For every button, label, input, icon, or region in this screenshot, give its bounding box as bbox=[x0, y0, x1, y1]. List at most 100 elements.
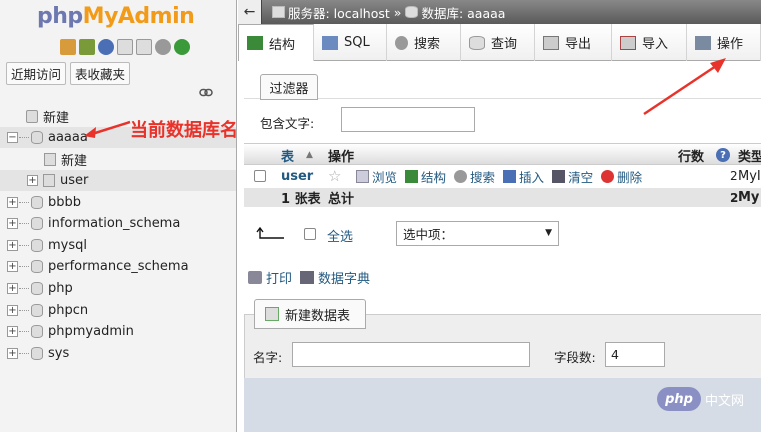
export-icon bbox=[543, 35, 559, 50]
tree-item-phpcn[interactable]: + phpcn bbox=[7, 300, 88, 321]
tab-export[interactable]: 导出 bbox=[535, 24, 612, 61]
database-icon bbox=[31, 282, 43, 295]
database-icon bbox=[31, 217, 43, 230]
header-action: 操作 bbox=[328, 149, 355, 165]
total-label: 总计 bbox=[328, 192, 355, 207]
sort-arrow-icon[interactable]: ▲ bbox=[306, 144, 313, 166]
column-count-input[interactable]: 4 bbox=[605, 342, 665, 367]
drop-action[interactable]: 删除 bbox=[601, 167, 642, 186]
nav-links: 近期访问 表收藏夹 bbox=[6, 62, 131, 85]
insert-action[interactable]: 插入 bbox=[503, 167, 544, 186]
tree-item-phpmyadmin[interactable]: + phpmyadmin bbox=[7, 321, 134, 342]
row-actions: 浏览 结构 搜索 插入 清空 删除 bbox=[356, 165, 650, 187]
data-dictionary-link[interactable]: 数据字典 bbox=[300, 268, 370, 287]
printer-icon bbox=[248, 271, 262, 284]
tree-item-performance-schema[interactable]: + performance_schema bbox=[7, 256, 189, 277]
expand-icon[interactable]: + bbox=[7, 218, 18, 229]
breadcrumb-bar: ← 服务器: localhost » 数据库: aaaaa bbox=[238, 0, 761, 24]
table-footer-row: 1 张表 总计 2 My bbox=[244, 188, 761, 207]
tree-item-user[interactable]: + user bbox=[0, 170, 236, 191]
total-type: My bbox=[738, 190, 760, 205]
phpmyadmin-logo[interactable]: phpMyAdmin bbox=[37, 4, 195, 29]
expand-icon[interactable]: + bbox=[27, 175, 38, 186]
select-all-label[interactable]: 全选 bbox=[327, 226, 353, 245]
reload-icon[interactable] bbox=[174, 39, 190, 55]
dropdown-caret-icon: ▼ bbox=[545, 228, 552, 238]
sql-icon bbox=[322, 35, 338, 50]
favorite-star-icon[interactable]: ☆ bbox=[328, 165, 341, 187]
link-icon[interactable] bbox=[199, 88, 213, 97]
expand-icon[interactable]: + bbox=[7, 261, 18, 272]
create-table-legend: 新建数据表 bbox=[254, 299, 366, 329]
tab-query[interactable]: 查询 bbox=[461, 24, 535, 61]
table-count: 1 张表 bbox=[281, 192, 321, 207]
filter-legend: 过滤器 bbox=[260, 74, 318, 100]
database-icon bbox=[405, 6, 419, 18]
row-checkbox[interactable] bbox=[254, 165, 266, 187]
recent-tables-button[interactable]: 近期访问 bbox=[6, 62, 67, 85]
table-name-link[interactable]: user bbox=[281, 165, 313, 187]
expand-icon[interactable]: + bbox=[7, 326, 18, 337]
breadcrumb-separator: » bbox=[393, 4, 402, 20]
tab-sql[interactable]: SQL bbox=[314, 24, 387, 61]
header-table[interactable]: 表 bbox=[281, 144, 294, 166]
table-header-row: 表 ▲ 操作 行数 ? 类型 bbox=[244, 143, 761, 165]
expand-icon[interactable]: + bbox=[7, 305, 18, 316]
expand-icon[interactable]: + bbox=[7, 283, 18, 294]
expand-icon[interactable]: + bbox=[7, 240, 18, 251]
logout-icon[interactable] bbox=[79, 39, 95, 55]
wrench-icon bbox=[695, 35, 711, 50]
collapse-nav-button[interactable]: ← bbox=[238, 0, 262, 24]
tab-structure[interactable]: 结构 bbox=[238, 24, 314, 61]
tree-item-sys[interactable]: + sys bbox=[7, 343, 69, 364]
tree-item-new-table[interactable]: 新建 bbox=[44, 149, 87, 170]
header-type: 类型 bbox=[738, 149, 761, 165]
with-selected-dropdown[interactable]: 选中项： ▼ bbox=[396, 221, 559, 246]
breadcrumb-database[interactable]: 数据库: aaaaa bbox=[405, 3, 505, 22]
tree-item-php[interactable]: + php bbox=[7, 278, 73, 299]
structure-action[interactable]: 结构 bbox=[405, 167, 446, 186]
tree-item-mysql[interactable]: + mysql bbox=[7, 235, 87, 256]
tab-search[interactable]: 搜索 bbox=[387, 24, 461, 61]
database-icon bbox=[31, 239, 43, 252]
favorite-tables-button[interactable]: 表收藏夹 bbox=[70, 62, 131, 85]
tree-item-information-schema[interactable]: + information_schema bbox=[7, 213, 180, 234]
delete-icon bbox=[601, 169, 615, 183]
watermark: php 中文网 bbox=[657, 387, 744, 411]
tree-item-bbbb[interactable]: + bbbb bbox=[7, 192, 81, 213]
collapse-icon[interactable]: − bbox=[7, 132, 18, 143]
annotation-arrow-operations bbox=[643, 58, 726, 116]
help-icon[interactable]: ? bbox=[716, 148, 730, 162]
print-link[interactable]: 打印 bbox=[248, 268, 292, 287]
expand-icon[interactable]: + bbox=[7, 348, 18, 359]
new-table-icon bbox=[44, 153, 56, 166]
search-action[interactable]: 搜索 bbox=[454, 167, 495, 186]
select-all-checkbox[interactable] bbox=[304, 228, 316, 240]
checkbox[interactable] bbox=[254, 170, 266, 182]
php-logo: php bbox=[657, 387, 701, 411]
browse-icon bbox=[356, 169, 369, 183]
home-icon[interactable] bbox=[60, 39, 76, 55]
empty-action[interactable]: 清空 bbox=[552, 167, 593, 186]
settings-icon[interactable] bbox=[155, 39, 171, 55]
database-icon bbox=[31, 325, 43, 338]
structure-icon bbox=[405, 169, 419, 183]
table-name-input[interactable] bbox=[292, 342, 530, 367]
breadcrumb-server[interactable]: 服务器: localhost bbox=[272, 3, 390, 22]
print-links: 打印 数据字典 bbox=[248, 268, 370, 287]
database-icon bbox=[31, 260, 43, 273]
sql-docs-icon[interactable] bbox=[136, 39, 152, 55]
header-rows[interactable]: 行数 bbox=[678, 144, 704, 166]
new-table-icon bbox=[265, 307, 279, 321]
filter-input[interactable] bbox=[341, 107, 475, 132]
annotation-arrow-db bbox=[84, 120, 131, 138]
expand-icon[interactable]: + bbox=[7, 197, 18, 208]
dictionary-icon bbox=[300, 271, 315, 284]
table-icon bbox=[43, 174, 55, 187]
help-icon[interactable] bbox=[98, 39, 114, 55]
browse-action[interactable]: 浏览 bbox=[356, 167, 397, 186]
docs-icon[interactable] bbox=[117, 39, 133, 55]
tree-item-new-database[interactable]: 新建 bbox=[26, 106, 69, 127]
table-name-label: 名字: bbox=[253, 350, 283, 365]
table-row: user ☆ 浏览 结构 搜索 插入 清空 删除 2 MyI bbox=[244, 165, 761, 187]
